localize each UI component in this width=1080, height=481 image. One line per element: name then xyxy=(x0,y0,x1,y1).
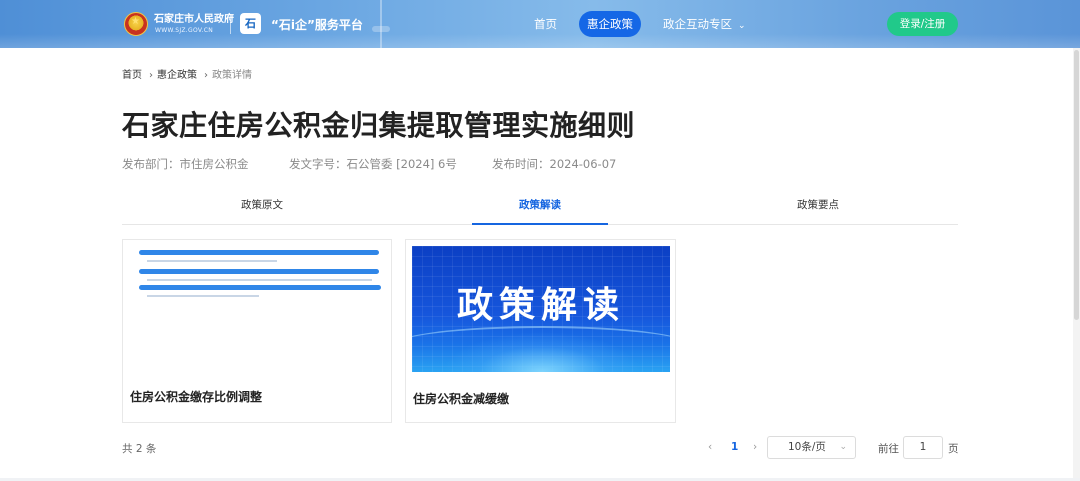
goto-label: 前往 xyxy=(878,443,899,455)
card-title[interactable]: 住房公积金缴存比例调整 xyxy=(130,388,262,405)
page-title: 石家庄住房公积金归集提取管理实施细则 xyxy=(122,109,636,142)
login-register-button[interactable]: 登录/注册 xyxy=(887,12,958,36)
page-number-current[interactable]: 1 xyxy=(731,441,738,453)
publish-date: 发布时间：2024-06-07 xyxy=(492,157,617,171)
nav-home[interactable]: 首页 xyxy=(534,11,557,37)
prev-page-icon[interactable]: ‹ xyxy=(708,441,712,453)
page-unit-label: 页 xyxy=(948,443,959,455)
doc-heading-bar xyxy=(139,285,381,290)
card-title[interactable]: 住房公积金减缓缴 xyxy=(413,390,509,407)
doc-text-line xyxy=(147,260,277,262)
chevron-down-icon: ⌄ xyxy=(738,21,746,31)
platform-logo-icon[interactable]: 石 xyxy=(240,13,261,34)
gov-url: WWW.SJZ.GOV.CN xyxy=(155,27,213,34)
breadcrumb-policy[interactable]: 惠企政策 xyxy=(157,70,197,81)
doc-text-line xyxy=(147,295,259,297)
header-tower-deck-decoration xyxy=(372,26,390,32)
policy-interpretation-banner: 政策解读 xyxy=(412,246,670,372)
chevron-down-icon: ⌄ xyxy=(839,442,847,452)
policy-tabs: 政策原文 政策解读 政策要点 xyxy=(122,190,958,225)
tab-key-points[interactable]: 政策要点 xyxy=(678,190,958,224)
chevron-right-icon: › xyxy=(204,70,208,81)
banner-wave-decoration xyxy=(412,326,670,366)
page-size-value: 10条/页 xyxy=(788,441,826,453)
document-thumbnail xyxy=(133,248,383,388)
national-emblem-icon xyxy=(124,12,148,36)
doc-text-line xyxy=(147,279,372,281)
scrollbar-thumb[interactable] xyxy=(1074,50,1079,320)
platform-name[interactable]: “石i企”服务平台 xyxy=(271,16,363,33)
doc-number: 发文字号：石公管委 [2024] 6号 xyxy=(289,157,457,171)
nav-policy[interactable]: 惠企政策 xyxy=(579,11,641,37)
breadcrumb-home[interactable]: 首页 xyxy=(122,70,142,81)
nav-gov-interaction[interactable]: 政企互动专区 ⌄ xyxy=(663,11,746,37)
banner-text: 政策解读 xyxy=(456,285,625,326)
total-count: 共 2 条 xyxy=(122,443,157,455)
scrollbar[interactable] xyxy=(1073,48,1080,478)
breadcrumb: 首页 › 惠企政策 › 政策详情 xyxy=(122,66,255,81)
top-header: 石家庄市人民政府 WWW.SJZ.GOV.CN 石 “石i企”服务平台 首页 惠… xyxy=(0,0,1080,48)
gov-name[interactable]: 石家庄市人民政府 xyxy=(154,14,234,26)
interpretation-card[interactable]: 政策解读 住房公积金减缓缴 xyxy=(405,239,676,423)
tab-interpretation[interactable]: 政策解读 xyxy=(472,190,608,225)
goto-page-input[interactable]: 1 xyxy=(903,436,943,459)
header-divider xyxy=(230,14,231,34)
breadcrumb-current: 政策详情 xyxy=(212,70,252,81)
chevron-right-icon: › xyxy=(149,70,153,81)
next-page-icon[interactable]: › xyxy=(753,441,757,453)
interpretation-card[interactable]: 住房公积金缴存比例调整 xyxy=(122,239,392,423)
publish-dept: 发布部门：市住房公积金 xyxy=(122,157,249,171)
nav-gov-interaction-label: 政企互动专区 xyxy=(663,17,732,31)
tab-original[interactable]: 政策原文 xyxy=(122,190,402,224)
doc-heading-bar xyxy=(139,250,379,255)
page-size-select[interactable]: 10条/页 ⌄ xyxy=(767,436,856,459)
doc-heading-bar xyxy=(139,269,379,274)
